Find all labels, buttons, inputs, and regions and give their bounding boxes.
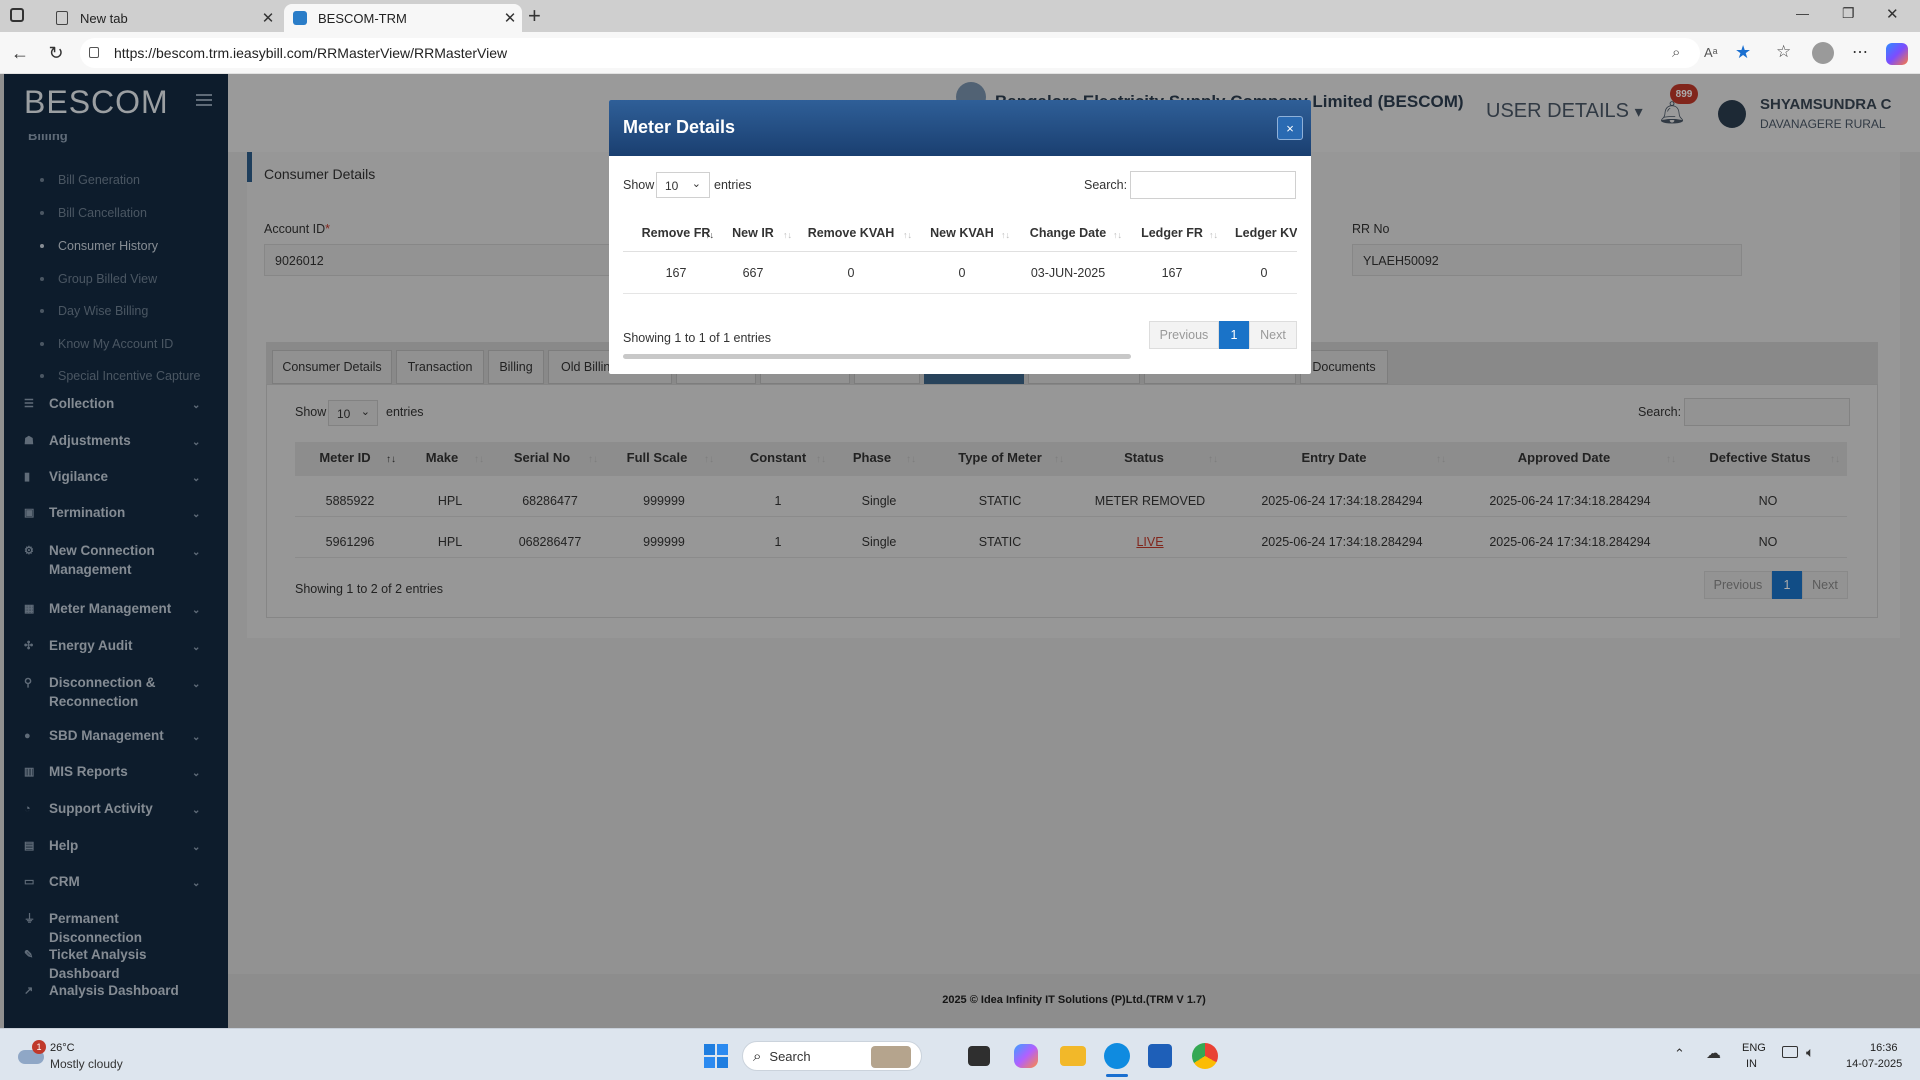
modal-show-label: Show [623,178,655,192]
url-field[interactable]: https://bescom.trm.ieasybill.com/RRMaste… [80,38,1700,68]
url-text: https://bescom.trm.ieasybill.com/RRMaste… [114,45,508,61]
weather-temp[interactable]: 26°C [50,1042,75,1054]
close-window-button[interactable]: ✕ [1886,5,1899,23]
modal-cell-ledger-kvah: 0 [1260,266,1268,280]
file-explorer-icon[interactable] [1060,1046,1086,1066]
profile-icon[interactable] [1812,42,1834,64]
language-bottom[interactable]: IN [1746,1058,1757,1070]
modal-close-button[interactable]: × [1277,116,1303,140]
modal-previous-button[interactable]: Previous [1149,321,1219,349]
close-tab-icon[interactable]: ✕ [498,9,522,27]
monitor-icon[interactable] [1782,1046,1798,1058]
modal-entries-value: 10 [665,179,679,193]
copilot-taskbar-icon[interactable] [1014,1044,1038,1068]
modal-col-new-ir[interactable]: New IR [725,226,781,240]
tab-title: New tab [80,10,128,26]
browser-tab-bescom[interactable]: BESCOM-TRM ✕ [284,4,522,32]
modal-entries-label: entries [714,178,752,192]
zoom-icon[interactable]: ⌕ [1672,44,1680,61]
clock-date[interactable]: 14-07-2025 [1846,1058,1902,1070]
modal-cell-new-kvah: 0 [958,266,966,280]
show-hidden-icons[interactable]: ⌃ [1674,1046,1685,1062]
modal-cell-remove-fr: 167 [665,266,687,280]
favorite-star-icon[interactable]: ★ [1735,42,1751,63]
weather-badge: 1 [32,1040,46,1054]
minimize-button[interactable]: — [1796,6,1809,21]
site-info-icon[interactable] [89,47,99,58]
active-app-indicator [1106,1074,1128,1077]
sort-icon[interactable]: ↑↓ [783,230,792,240]
sort-icon[interactable]: ↑↓ [1113,230,1122,240]
favorites-icon[interactable]: ☆ [1776,42,1791,62]
modal-page-1-button[interactable]: 1 [1219,321,1249,349]
modal-title: Meter Details [623,117,736,137]
more-icon[interactable]: ⋯ [1852,42,1868,62]
modal-col-ledger-fr[interactable]: Ledger FR [1137,226,1207,240]
modal-table: Remove FR New IR Remove KVAH New KVAH Ch… [623,214,1297,306]
read-aloud-icon[interactable]: Aᵃ [1704,45,1718,60]
modal-cell-ledger-fr: 167 [1161,266,1183,280]
tab-title: BESCOM-TRM [318,10,407,26]
task-view-icon[interactable] [968,1046,990,1066]
modal-next-button[interactable]: Next [1249,321,1297,349]
search-highlight-icon [871,1046,911,1068]
taskbar-search-box[interactable]: ⌕ Search [742,1041,922,1071]
tab-actions-icon[interactable] [10,8,24,22]
volume-icon[interactable]: 🔈︎ [1806,1044,1814,1061]
store-icon[interactable] [1148,1044,1172,1068]
language-top[interactable]: ENG [1742,1042,1766,1054]
modal-col-change-date[interactable]: Change Date [1025,226,1111,240]
modal-col-ledger-kvah[interactable]: Ledger KV. [1235,226,1297,240]
clock-time[interactable]: 16:36 [1870,1042,1898,1054]
chrome-icon[interactable] [1192,1043,1218,1069]
sort-icon[interactable]: ↑↓ [903,230,912,240]
sort-asc-icon[interactable]: ↑↓ [705,230,714,240]
modal-table-info: Showing 1 to 1 of 1 entries [623,331,772,345]
close-tab-icon[interactable]: ✕ [256,9,280,27]
modal-col-new-kvah[interactable]: New KVAH [925,226,999,240]
sort-icon[interactable]: ↑↓ [1209,230,1218,240]
new-tab-button[interactable]: + [528,3,541,29]
start-windows-icon[interactable] [704,1044,728,1068]
modal-cell-remove-kvah: 0 [847,266,855,280]
modal-horizontal-scrollbar[interactable] [623,354,1131,359]
browser-tab-new-tab[interactable]: New tab ✕ [46,4,280,32]
taskbar-search-label: Search [769,1048,811,1064]
modal-cell-new-ir: 667 [742,266,764,280]
sort-icon[interactable]: ↑↓ [1001,230,1010,240]
bescom-favicon-icon [292,10,308,26]
refresh-icon[interactable]: ↻ [42,40,70,66]
modal-search-input[interactable] [1130,171,1296,199]
edge-browser-icon[interactable] [1104,1043,1130,1069]
page-icon [54,10,70,26]
back-icon[interactable]: ← [6,40,34,66]
modal-cell-change-date: 03-JUN-2025 [1030,266,1106,280]
taskbar [0,1028,1920,1080]
search-icon: ⌕ [753,1047,762,1065]
network-offline-icon[interactable]: ☁︎ [1706,1044,1721,1062]
modal-search-label: Search: [1084,178,1128,192]
chevron-down-icon: ⌄ [691,178,701,190]
modal-col-remove-kvah[interactable]: Remove KVAH [803,226,899,240]
weather-desc[interactable]: Mostly cloudy [50,1057,123,1071]
modal-entries-select[interactable]: 10 ⌄ [656,172,710,198]
restore-button[interactable]: ❐ [1842,5,1855,22]
copilot-icon[interactable] [1886,43,1908,65]
